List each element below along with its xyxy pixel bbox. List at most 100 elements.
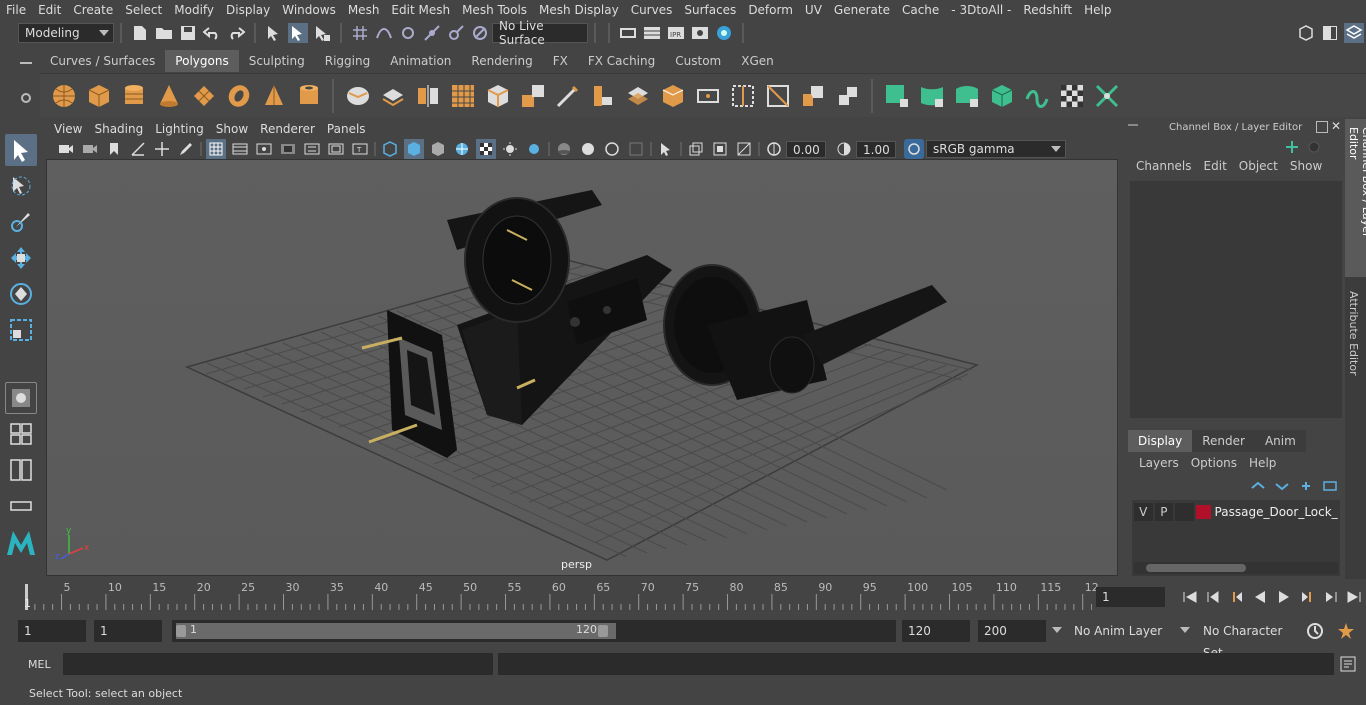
new-layer-icon[interactable] <box>1296 476 1316 496</box>
channel-list[interactable] <box>1130 181 1342 418</box>
play-forward-icon[interactable] <box>1274 587 1293 607</box>
poly-prism-icon[interactable] <box>260 82 288 110</box>
render-view-icon[interactable] <box>618 23 638 43</box>
move-layer-up-icon[interactable] <box>1248 476 1268 496</box>
menu-layer-options[interactable]: Options <box>1185 456 1243 470</box>
menu-edit-mesh[interactable]: Edit Mesh <box>385 0 456 20</box>
snap-curve-icon[interactable] <box>374 23 394 43</box>
separate-icon[interactable] <box>379 82 407 110</box>
uv-spherical-icon[interactable] <box>953 82 981 110</box>
wireframe-icon[interactable] <box>380 139 400 159</box>
new-layer-from-selected-icon[interactable] <box>1320 476 1340 496</box>
move-layer-down-icon[interactable] <box>1272 476 1292 496</box>
auto-key-icon[interactable] <box>1306 622 1324 643</box>
tab-polygons[interactable]: Polygons <box>165 50 239 72</box>
menu-edit[interactable]: Edit <box>32 0 67 20</box>
ipr-render-icon[interactable]: IPR <box>666 23 686 43</box>
menu-layers[interactable]: Layers <box>1133 456 1185 470</box>
color-space-dropdown[interactable]: sRGB gamma <box>926 140 1066 158</box>
multi-cut-icon[interactable] <box>554 82 582 110</box>
tab-fx-caching[interactable]: FX Caching <box>578 50 665 72</box>
snap-grid-icon[interactable] <box>350 23 370 43</box>
script-editor-icon[interactable] <box>1340 656 1356 675</box>
vp-menu-renderer[interactable]: Renderer <box>254 119 321 139</box>
layout-quad-icon[interactable] <box>5 418 37 450</box>
target-weld-icon[interactable] <box>694 82 722 110</box>
snap-surface-icon[interactable] <box>446 23 466 43</box>
close-icon[interactable]: ✕ <box>1331 119 1341 133</box>
isolate-select-icon[interactable] <box>656 139 676 159</box>
bevel-icon[interactable] <box>624 82 652 110</box>
menu-cache[interactable]: Cache <box>896 0 945 20</box>
uv-cylindrical-icon[interactable] <box>918 82 946 110</box>
bridge-icon[interactable] <box>589 82 617 110</box>
poly-cylinder-icon[interactable] <box>120 82 148 110</box>
wedge-icon[interactable] <box>834 82 862 110</box>
lasso-tool-icon[interactable] <box>5 170 37 202</box>
redo-icon[interactable] <box>226 23 246 43</box>
grid-toggle-icon[interactable] <box>206 139 226 159</box>
range-start-handle[interactable] <box>176 625 186 637</box>
snap-live-icon[interactable] <box>470 23 490 43</box>
menu-display[interactable]: Display <box>220 0 276 20</box>
menu-curves[interactable]: Curves <box>625 0 679 20</box>
layer-row[interactable]: V P Passage_Door_Lock_w <box>1134 502 1338 522</box>
open-scene-icon[interactable] <box>154 23 174 43</box>
smooth-icon[interactable] <box>449 82 477 110</box>
poly-cube-icon[interactable] <box>85 82 113 110</box>
layer-display-type[interactable] <box>1175 503 1194 521</box>
playback-start-field[interactable]: 1 <box>94 620 162 642</box>
menu-mesh-tools[interactable]: Mesh Tools <box>456 0 533 20</box>
wireframe-on-shaded-icon[interactable] <box>452 139 472 159</box>
uv-unfold-icon[interactable] <box>1023 82 1051 110</box>
float-panel-icon[interactable] <box>1316 121 1328 133</box>
menu-help[interactable]: Help <box>1078 0 1117 20</box>
anti-aliasing-icon[interactable] <box>602 139 622 159</box>
vp-menu-panels[interactable]: Panels <box>321 119 372 139</box>
resolution-gate-icon[interactable] <box>254 139 274 159</box>
range-slider[interactable]: 1 120 <box>172 620 896 642</box>
uv-checker-icon[interactable] <box>1058 82 1086 110</box>
tab-xgen[interactable]: XGen <box>731 50 784 72</box>
range-end-handle[interactable] <box>598 625 608 637</box>
tab-render[interactable]: Render <box>1192 430 1255 452</box>
tab-curves-surfaces[interactable]: Curves / Surfaces <box>40 50 165 72</box>
tab-display[interactable]: Display <box>1128 430 1193 452</box>
shelf-menu-icon[interactable] <box>20 62 32 64</box>
default-material-icon[interactable] <box>428 139 448 159</box>
select-component-icon[interactable] <box>312 23 332 43</box>
xray-active-icon[interactable] <box>710 139 730 159</box>
move-tool-icon[interactable] <box>5 242 37 274</box>
paint-select-tool-icon[interactable] <box>5 206 37 238</box>
scale-tool-icon[interactable] <box>5 314 37 346</box>
layout-outliner-icon[interactable] <box>5 490 37 522</box>
tab-rigging[interactable]: Rigging <box>315 50 380 72</box>
xray-icon[interactable] <box>476 139 496 159</box>
layers-panel-icon[interactable] <box>1344 23 1364 43</box>
poly-sphere-icon[interactable] <box>50 82 78 110</box>
film-gate-icon[interactable] <box>230 139 250 159</box>
menu-channel-show[interactable]: Show <box>1284 159 1328 173</box>
mirror-icon[interactable] <box>414 82 442 110</box>
camera-attributes-icon[interactable] <box>80 139 100 159</box>
menu-surfaces[interactable]: Surfaces <box>678 0 742 20</box>
layer-playback-toggle[interactable]: P <box>1154 503 1174 521</box>
rotate-tool-icon[interactable] <box>5 278 37 310</box>
last-tool-icon[interactable] <box>5 382 37 414</box>
snap-view-icon[interactable] <box>422 23 442 43</box>
viewport-persp[interactable]: y x z persp <box>46 159 1118 576</box>
command-input[interactable] <box>63 653 493 675</box>
depth-of-field-icon[interactable] <box>626 139 646 159</box>
screen-space-ao-icon[interactable] <box>554 139 574 159</box>
tab-custom[interactable]: Custom <box>665 50 731 72</box>
tab-animation[interactable]: Animation <box>380 50 461 72</box>
menu-channel-object[interactable]: Object <box>1233 159 1284 173</box>
2d-pan-icon[interactable] <box>152 139 172 159</box>
tab-fx[interactable]: FX <box>543 50 578 72</box>
field-chart-icon[interactable] <box>302 139 322 159</box>
tab-rendering[interactable]: Rendering <box>461 50 542 72</box>
toggle-sidebar-icon[interactable] <box>1320 23 1340 43</box>
gate-mask-icon[interactable] <box>278 139 298 159</box>
vp-menu-view[interactable]: View <box>48 119 88 139</box>
menu-channels[interactable]: Channels <box>1130 159 1198 173</box>
